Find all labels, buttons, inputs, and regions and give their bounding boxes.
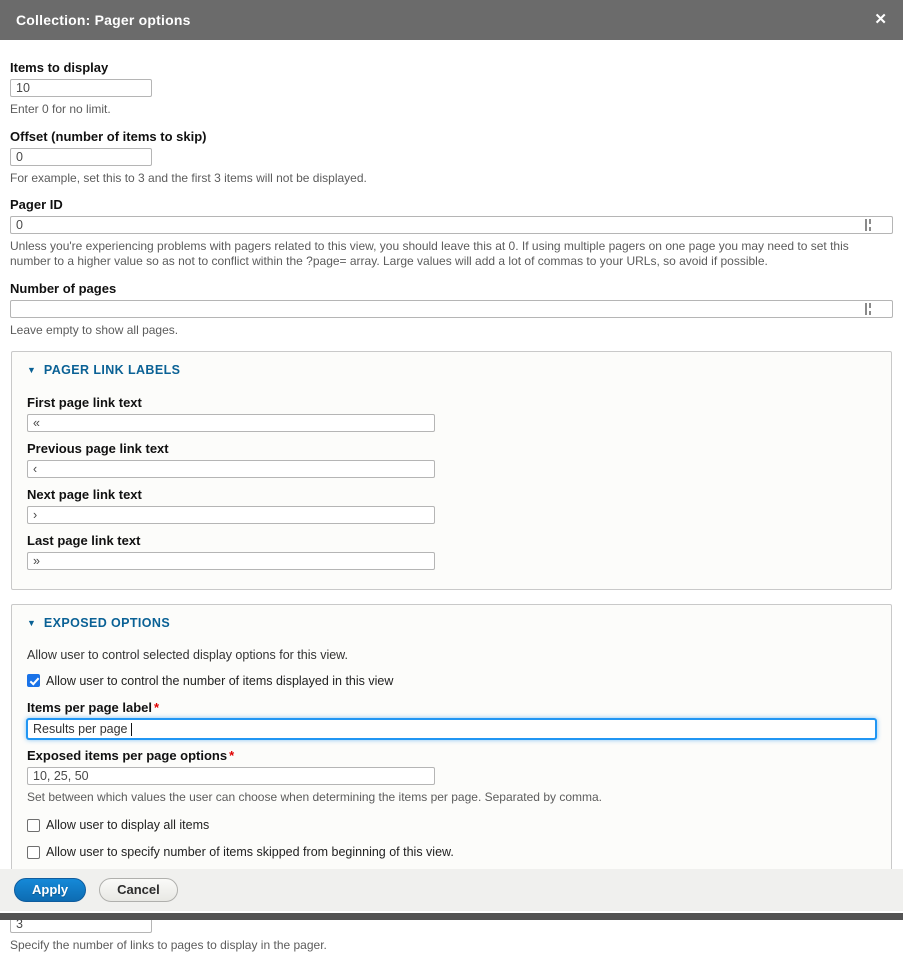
items-to-display-label: Items to display [10,60,893,76]
offset-input[interactable] [10,148,152,166]
next-page-link-input[interactable] [27,506,435,524]
items-per-page-label-input[interactable] [27,719,876,739]
dialog-title: Collection: Pager options [16,12,191,28]
text-cursor [131,723,132,736]
exposed-options-intro: Allow user to control selected display o… [27,648,876,664]
offset-label: Offset (number of items to skip) [10,129,893,145]
exposed-items-options-description: Set between which values the user can ch… [27,790,876,805]
exposed-items-options-label: Exposed items per page options* [27,748,876,764]
allow-offset-checkbox-row[interactable]: Allow user to specify number of items sk… [27,844,876,860]
exposed-options-legend[interactable]: ▼ EXPOSED OPTIONS [27,616,876,630]
exposed-items-options-field: Exposed items per page options* Set betw… [27,748,876,805]
allow-items-checkbox-row[interactable]: Allow user to control the number of item… [27,673,876,689]
exposed-items-options-label-text: Exposed items per page options [27,748,227,763]
offset-description: For example, set this to 3 and the first… [10,171,890,186]
required-marker: * [154,700,159,715]
last-page-link-label: Last page link text [27,533,876,549]
pager-id-input[interactable] [10,216,893,234]
cancel-button[interactable]: Cancel [99,878,178,902]
exposed-options-legend-text: EXPOSED OPTIONS [44,616,170,630]
number-of-pages-input-wrap [10,300,893,318]
items-to-display-field: Items to display Enter 0 for no limit. [10,60,893,117]
items-per-page-label-text: Items per page label [27,700,152,715]
dialog-body: Items to display Enter 0 for no limit. O… [0,40,903,953]
allow-items-checkbox-label: Allow user to control the number of item… [46,673,393,689]
number-of-pages-input[interactable] [10,300,893,318]
dialog-header[interactable]: Collection: Pager options ✕ [0,0,903,40]
offset-field: Offset (number of items to skip) For exa… [10,129,893,186]
pager-id-field: Pager ID Unless you're experiencing prob… [10,197,893,268]
first-page-link-label: First page link text [27,395,876,411]
last-page-link-input[interactable] [27,552,435,570]
number-of-pages-description: Leave empty to show all pages. [10,323,890,338]
items-to-display-input[interactable] [10,79,152,97]
previous-page-link-input[interactable] [27,460,435,478]
dialog-footer: Apply Cancel [0,869,903,911]
background-page-bar [0,913,903,920]
pager-link-labels-legend[interactable]: ▼ PAGER LINK LABELS [27,363,876,377]
items-per-page-label-field: Items per page label* [27,700,876,739]
required-marker: * [229,748,234,763]
pager-id-label: Pager ID [10,197,893,213]
pager-options-dialog: Collection: Pager options ✕ Items to dis… [0,0,903,920]
next-page-link-label: Next page link text [27,487,876,503]
collapse-arrow-icon: ▼ [27,366,36,375]
allow-offset-checkbox-label: Allow user to specify number of items sk… [46,844,454,860]
previous-page-link-field: Previous page link text [27,441,876,478]
pager-id-description: Unless you're experiencing problems with… [10,239,890,268]
items-per-page-input-wrap [27,719,876,739]
apply-button[interactable]: Apply [14,878,86,902]
pager-link-labels-fieldset: ▼ PAGER LINK LABELS First page link text… [11,351,892,590]
allow-all-checkbox[interactable] [27,819,40,832]
first-page-link-input[interactable] [27,414,435,432]
previous-page-link-label: Previous page link text [27,441,876,457]
number-of-pages-field: Number of pages Leave empty to show all … [10,281,893,338]
allow-all-checkbox-row[interactable]: Allow user to display all items [27,817,876,833]
allow-items-checkbox[interactable] [27,674,40,687]
allow-offset-checkbox[interactable] [27,846,40,859]
pager-id-input-wrap [10,216,893,234]
collapse-arrow-icon: ▼ [27,619,36,628]
allow-all-checkbox-label: Allow user to display all items [46,817,209,833]
exposed-items-options-input[interactable] [27,767,435,785]
items-to-display-description: Enter 0 for no limit. [10,102,890,117]
pager-link-labels-legend-text: PAGER LINK LABELS [44,363,180,377]
items-per-page-label-label: Items per page label* [27,700,876,716]
last-page-link-field: Last page link text [27,533,876,570]
first-page-link-field: First page link text [27,395,876,432]
number-of-pages-label: Number of pages [10,281,893,297]
next-page-link-field: Next page link text [27,487,876,524]
exposed-options-fieldset: ▼ EXPOSED OPTIONS Allow user to control … [11,604,892,880]
pager-links-visible-description: Specify the number of links to pages to … [10,938,890,953]
close-icon[interactable]: ✕ [870,8,891,31]
